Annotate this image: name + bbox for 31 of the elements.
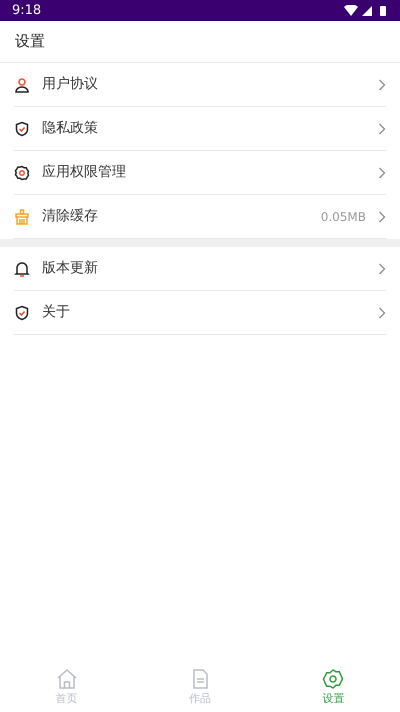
- row-value: 0.05MB: [320, 208, 366, 226]
- row-label: 关于: [42, 303, 71, 322]
- chevron-icon: [378, 306, 386, 318]
- page-title: 设置: [15, 31, 45, 52]
- chevron-icon: [378, 122, 386, 134]
- status-time: 9:18: [12, 2, 42, 20]
- settings-row[interactable]: 应用权限管理: [14, 151, 386, 195]
- tab-button[interactable]: 设置: [266, 668, 400, 708]
- settings-row[interactable]: 用户协议: [14, 63, 386, 107]
- row-label: 隐私政策: [42, 119, 99, 138]
- broom-icon: [14, 208, 30, 224]
- settings-row[interactable]: 隐私政策: [14, 107, 386, 151]
- gear-icon: [14, 164, 30, 180]
- settings-icon: [322, 668, 344, 690]
- shield-icon: [14, 304, 30, 320]
- shield-icon: [14, 120, 30, 136]
- chevron-icon: [378, 78, 386, 90]
- settings-row[interactable]: 清除缓存 0.05MB: [14, 195, 386, 239]
- person-icon: [14, 76, 30, 92]
- chevron-icon: [378, 262, 386, 274]
- chevron-icon: [378, 210, 386, 222]
- status-icons: [344, 4, 388, 16]
- row-label: 清除缓存: [42, 207, 99, 226]
- row-label: 版本更新: [42, 259, 99, 278]
- settings-row[interactable]: 版本更新: [14, 247, 386, 291]
- home-icon: [56, 668, 78, 690]
- row-label: 用户协议: [42, 75, 99, 94]
- bell-icon: [14, 260, 30, 276]
- row-label: 应用权限管理: [42, 163, 127, 182]
- chevron-icon: [378, 166, 386, 178]
- settings-row[interactable]: 关于: [14, 291, 386, 335]
